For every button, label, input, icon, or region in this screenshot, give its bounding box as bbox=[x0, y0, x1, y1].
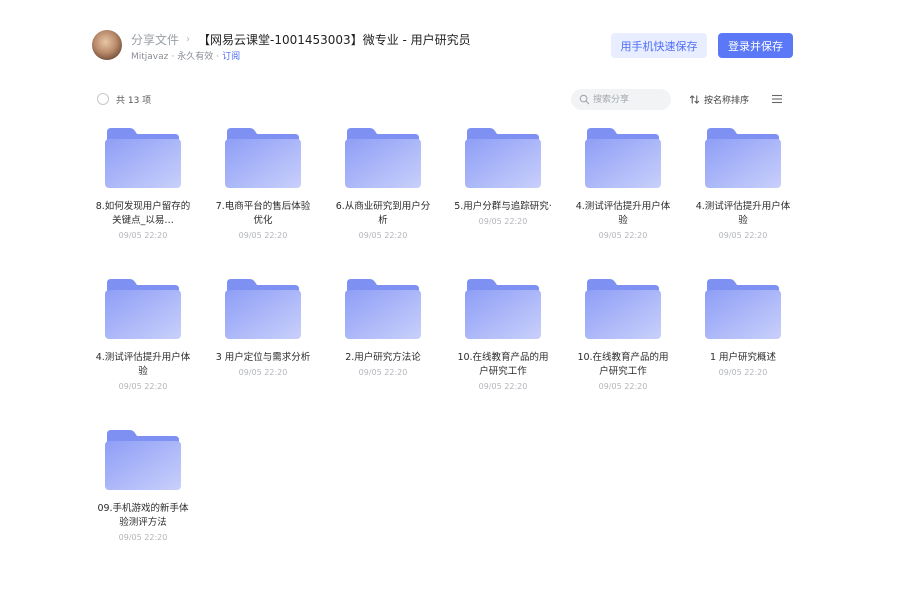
folder-item[interactable]: 4.测试评估提升用户体验 09/05 22:20 bbox=[683, 126, 803, 266]
folder-date: 09/05 22:20 bbox=[238, 368, 288, 377]
folder-date: 09/05 22:20 bbox=[238, 231, 288, 240]
folder-name: 6.从商业研究到用户分析 bbox=[335, 201, 431, 226]
folder-item[interactable]: 10.在线教育产品的用户研究工作 09/05 22:20 bbox=[563, 277, 683, 417]
folder-item[interactable]: 3 用户定位与需求分析 09/05 22:20 bbox=[203, 277, 323, 417]
folder-icon bbox=[705, 128, 781, 188]
file-toolbar: 共 13 项 按名称排序 bbox=[97, 89, 787, 111]
folder-icon bbox=[225, 279, 301, 339]
folder-name: 8.如何发现用户留存的关键点_以易… bbox=[95, 201, 191, 226]
folder-item[interactable]: 5.用户分群与追踪研究· 09/05 22:20 bbox=[443, 126, 563, 266]
folder-item[interactable]: 8.如何发现用户留存的关键点_以易… 09/05 22:20 bbox=[83, 126, 203, 266]
folder-item[interactable]: 6.从商业研究到用户分析 09/05 22:20 bbox=[323, 126, 443, 266]
list-view-icon[interactable] bbox=[771, 93, 783, 105]
folder-name: 1 用户研究概述 bbox=[709, 352, 777, 363]
search-icon bbox=[579, 94, 590, 105]
folder-date: 09/05 22:20 bbox=[358, 368, 408, 377]
meta-separator: · bbox=[171, 52, 175, 62]
search-box[interactable] bbox=[571, 89, 671, 110]
folder-icon bbox=[105, 430, 181, 490]
folder-name: 2.用户研究方法论 bbox=[345, 352, 421, 363]
folder-item[interactable]: 7.电商平台的售后体验优化 09/05 22:20 bbox=[203, 126, 323, 266]
folder-icon bbox=[705, 279, 781, 339]
folder-name: 4.测试评估提升用户体验 bbox=[95, 352, 191, 377]
share-meta: Mitjavaz · 永久有效 · 订阅 bbox=[131, 49, 240, 62]
folder-item[interactable]: 10.在线教育产品的用户研究工作 09/05 22:20 bbox=[443, 277, 563, 417]
folder-name: 09.手机游戏的新手体验测评方法 bbox=[97, 503, 189, 528]
folder-icon bbox=[345, 279, 421, 339]
folder-icon bbox=[105, 128, 181, 188]
folder-name: 4.测试评估提升用户体验 bbox=[575, 201, 671, 226]
phone-save-button[interactable]: 用手机快速保存 bbox=[611, 33, 707, 58]
meta-separator: · bbox=[216, 52, 220, 62]
folder-icon bbox=[225, 128, 301, 188]
folder-item[interactable]: 2.用户研究方法论 09/05 22:20 bbox=[323, 277, 443, 417]
folder-date: 09/05 22:20 bbox=[358, 231, 408, 240]
owner-name: Mitjavaz bbox=[131, 52, 169, 62]
breadcrumb: 分享文件 › 【网易云课堂-1001453003】微专业 - 用户研究员 bbox=[131, 31, 471, 47]
folder-date: 09/05 22:20 bbox=[598, 382, 648, 391]
folder-name: 4.测试评估提升用户体验 bbox=[695, 201, 791, 226]
folder-date: 09/05 22:20 bbox=[718, 231, 768, 240]
chevron-right-icon: › bbox=[186, 33, 191, 45]
page-title: 【网易云课堂-1001453003】微专业 - 用户研究员 bbox=[198, 32, 471, 47]
folder-date: 09/05 22:20 bbox=[478, 217, 528, 226]
folder-date: 09/05 22:20 bbox=[118, 533, 168, 542]
folder-icon bbox=[465, 279, 541, 339]
folder-name: 5.用户分群与追踪研究· bbox=[454, 201, 552, 212]
folder-item[interactable]: 09.手机游戏的新手体验测评方法 09/05 22:20 bbox=[83, 428, 203, 568]
folder-date: 09/05 22:20 bbox=[478, 382, 528, 391]
folder-item[interactable]: 1 用户研究概述 09/05 22:20 bbox=[683, 277, 803, 417]
folder-date: 09/05 22:20 bbox=[118, 382, 168, 391]
folder-date: 09/05 22:20 bbox=[598, 231, 648, 240]
folder-icon bbox=[585, 279, 661, 339]
select-all-checkbox[interactable] bbox=[97, 93, 109, 105]
folder-name: 7.电商平台的售后体验优化 bbox=[215, 201, 311, 226]
subscribe-link[interactable]: 订阅 bbox=[222, 52, 240, 62]
folder-item[interactable]: 4.测试评估提升用户体验 09/05 22:20 bbox=[563, 126, 683, 266]
folder-date: 09/05 22:20 bbox=[718, 368, 768, 377]
item-count: 共 13 项 bbox=[116, 96, 152, 106]
folder-icon bbox=[585, 128, 661, 188]
search-input[interactable] bbox=[593, 89, 667, 110]
login-save-button[interactable]: 登录并保存 bbox=[718, 33, 793, 58]
avatar[interactable] bbox=[92, 30, 122, 60]
validity-text: 永久有效 bbox=[177, 52, 214, 62]
sort-label: 按名称排序 bbox=[704, 95, 750, 106]
folder-date: 09/05 22:20 bbox=[118, 231, 168, 240]
folder-icon bbox=[345, 128, 421, 188]
folder-icon bbox=[465, 128, 541, 188]
folder-name: 10.在线教育产品的用户研究工作 bbox=[457, 352, 549, 377]
share-header: 分享文件 › 【网易云课堂-1001453003】微专业 - 用户研究员 Mit… bbox=[92, 29, 794, 63]
folder-name: 10.在线教育产品的用户研究工作 bbox=[577, 352, 669, 377]
folder-icon bbox=[105, 279, 181, 339]
sort-icon bbox=[689, 94, 700, 104]
breadcrumb-root-link[interactable]: 分享文件 bbox=[131, 31, 179, 48]
folder-item[interactable]: 4.测试评估提升用户体验 09/05 22:20 bbox=[83, 277, 203, 417]
sort-button[interactable]: 按名称排序 bbox=[689, 92, 749, 106]
folder-name: 3 用户定位与需求分析 bbox=[215, 352, 311, 363]
